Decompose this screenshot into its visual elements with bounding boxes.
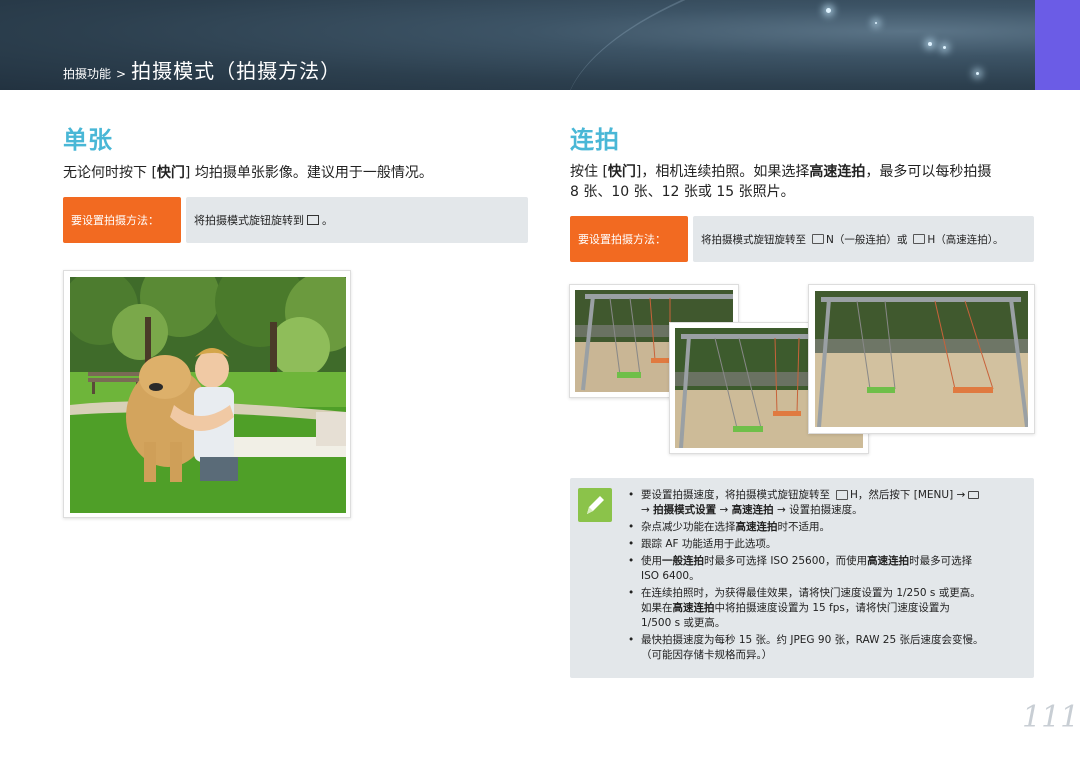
breadcrumb-parent[interactable]: 拍摄功能 — [63, 65, 111, 82]
single-title: 单张 — [63, 126, 113, 154]
burst-mode-icon — [913, 234, 926, 244]
camera-icon — [968, 491, 980, 499]
how-to-set-text: 将拍摄模式旋钮旋转至 N（一般连拍）或 H（高速连拍）。 — [693, 216, 1034, 262]
continuous-description: 按住 [快门]，相机连续拍照。如果选择高速连拍，最多可以每秒拍摄 8 张、10 … — [570, 164, 992, 200]
swing-image — [815, 291, 1028, 427]
sparkle-decoration — [928, 42, 932, 46]
sparkle-decoration — [826, 8, 831, 13]
note-item: 杂点减少功能在选择高速连拍时不适用。 — [628, 520, 1024, 535]
note-box: 要设置拍摄速度，将拍摄模式旋钮旋转至H，然后按下 [MENU] → → 拍摄模式… — [570, 478, 1034, 678]
burst-mode-icon — [812, 234, 824, 244]
how-to-set-text: 将拍摄模式旋钮旋转到。 — [186, 197, 528, 243]
boy-dog-image — [70, 277, 346, 513]
page-number: 111 — [1022, 700, 1080, 735]
burst-photo-3 — [808, 284, 1035, 434]
note-item: 要设置拍摄速度，将拍摄模式旋钮旋转至H，然后按下 [MENU] → → 拍摄模式… — [628, 488, 1024, 518]
single-description: 无论何时按下 [快门] 均拍摄单张影像。建议用于一般情况。 — [63, 165, 433, 181]
single-mode-icon — [307, 215, 319, 225]
continuous-how-to-set: 要设置拍摄方法： 将拍摄模式旋钮旋转至 N（一般连拍）或 H（高速连拍）。 — [570, 216, 1034, 262]
breadcrumb: 拍摄功能 > 拍摄模式（拍摄方法） — [63, 55, 341, 84]
burst-mode-icon — [836, 490, 848, 500]
note-item: 使用一般连拍时最多可选择 ISO 25600，而使用高速连拍时最多可选择 ISO… — [628, 554, 1024, 584]
header-decoration — [542, 0, 1035, 90]
how-to-set-label: 要设置拍摄方法： — [570, 216, 688, 262]
sparkle-decoration — [875, 22, 877, 24]
page-title: 拍摄模式（拍摄方法） — [131, 59, 342, 83]
sparkle-decoration — [943, 46, 946, 49]
pen-note-icon — [578, 488, 612, 522]
note-item: 在连续拍照时，为获得最佳效果，请将快门速度设置为 1/250 s 或更高。 如果… — [628, 586, 1024, 631]
note-item: 最快拍摄速度为每秒 15 张。约 JPEG 90 张，RAW 25 张后速度会变… — [628, 633, 1024, 663]
note-item: 跟踪 AF 功能适用于此选项。 — [628, 537, 1024, 552]
header-banner: 拍摄功能 > 拍摄模式（拍摄方法） — [0, 0, 1035, 90]
note-list: 要设置拍摄速度，将拍摄模式旋钮旋转至H，然后按下 [MENU] → → 拍摄模式… — [628, 488, 1024, 665]
breadcrumb-separator: > — [116, 67, 127, 81]
sparkle-decoration — [976, 72, 979, 75]
continuous-title: 连拍 — [570, 126, 620, 154]
how-to-set-label: 要设置拍摄方法： — [63, 197, 181, 243]
single-shot-photo — [63, 270, 351, 518]
single-how-to-set: 要设置拍摄方法： 将拍摄模式旋钮旋转到。 — [63, 197, 528, 243]
chapter-tab[interactable] — [1035, 0, 1080, 90]
